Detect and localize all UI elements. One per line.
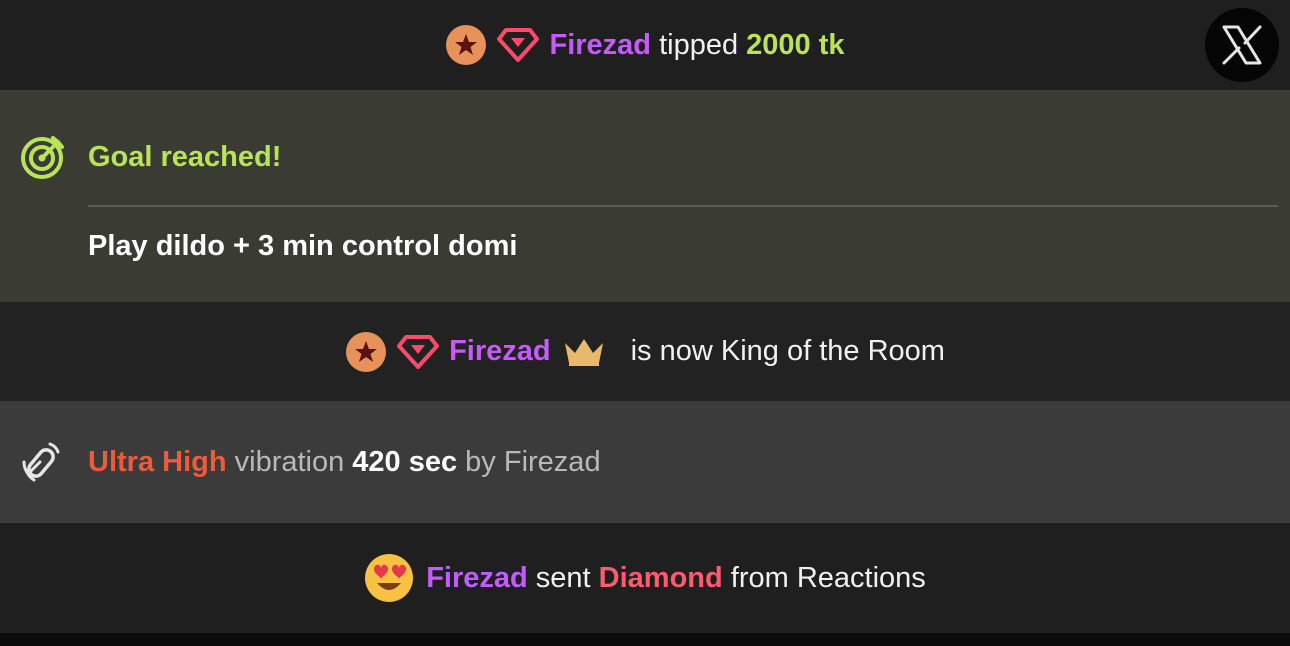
diamond-badge-icon [397, 334, 440, 370]
target-icon [20, 134, 66, 180]
tip-notification: Firezad tipped 2000 tk [0, 0, 1290, 90]
diamond-badge-icon [497, 27, 540, 63]
crown-icon [563, 337, 605, 367]
close-button[interactable] [1205, 8, 1279, 82]
king-notification: Firezad is now King of the Room [0, 302, 1290, 401]
vibration-by: by Firezad [457, 445, 601, 478]
reaction-from: from Reactions [722, 561, 926, 594]
goal-divider [88, 205, 1278, 207]
vibration-notification: Ultra High vibration 420 sec by Firezad [0, 401, 1290, 523]
vibration-level: Ultra High [88, 445, 227, 478]
x-close-icon [1220, 23, 1264, 67]
reaction-sent: sent [527, 561, 599, 594]
tip-verb: tipped [651, 28, 747, 61]
vibration-duration: 420 sec [352, 445, 458, 478]
goal-description: Play dildo + 3 min control domi [88, 230, 518, 262]
tipper-username[interactable]: Firezad [549, 29, 651, 62]
vibration-toy-icon [20, 440, 64, 484]
star-badge-icon [445, 24, 487, 66]
king-text: is now King of the Room [630, 335, 945, 367]
reaction-item: Diamond [598, 561, 723, 594]
goal-header: Goal reached! [20, 134, 281, 180]
goal-title: Goal reached! [88, 140, 282, 173]
chat-feed: Firezad tipped 2000 tk Goal reached! Pla… [0, 0, 1290, 646]
reaction-username[interactable]: Firezad [426, 562, 528, 595]
goal-notification: Goal reached! Play dildo + 3 min control… [0, 90, 1290, 302]
vibration-word: vibration [226, 445, 353, 478]
king-username[interactable]: Firezad [449, 335, 551, 368]
reaction-notification: Firezad sent Diamond from Reactions [0, 523, 1290, 633]
tip-amount: 2000 tk [746, 28, 845, 61]
star-badge-icon [345, 331, 387, 373]
heart-eyes-emoji-icon [364, 553, 414, 603]
